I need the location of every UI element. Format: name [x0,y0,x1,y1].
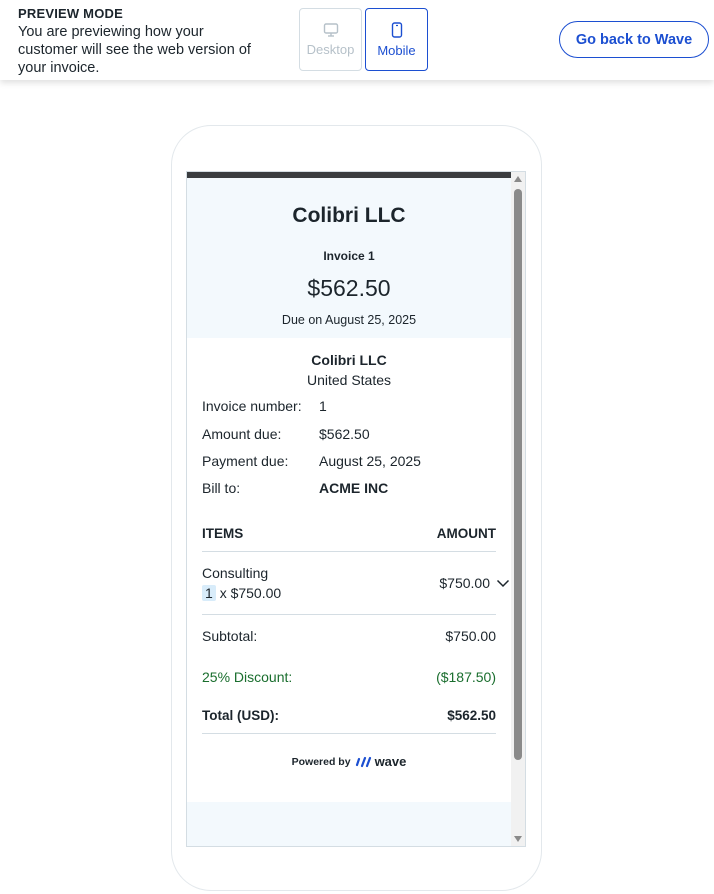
detail-label: Payment due: [202,453,289,469]
detail-payment-due: Payment due: August 25, 2025 [202,453,502,473]
company-title: Colibri LLC [292,204,406,227]
phone-screen: Colibri LLC Invoice 1 $562.50 Due on Aug… [186,171,526,847]
detail-value: ACME INC [319,480,389,496]
powered-by-wave[interactable]: Powered by wave [187,754,511,769]
divider [202,614,496,615]
mobile-mode-button[interactable]: Mobile [365,8,428,71]
total-label: Total (USD): [202,708,279,723]
mobile-icon [391,21,402,38]
amount-column-header: AMOUNT [436,526,496,541]
total-value: $562.50 [447,708,496,723]
scroll-down-arrow-icon[interactable] [514,836,522,842]
subtotal-row: Subtotal: $750.00 [202,628,496,648]
invoice-label: Invoice 1 [323,249,375,263]
quantity-badge: 1 [202,585,216,601]
discount-label: 25% Discount: [202,669,293,685]
go-back-to-wave-button[interactable]: Go back to Wave [559,21,709,58]
scrollbar[interactable] [511,172,525,846]
detail-value: $562.50 [319,426,370,442]
chevron-down-icon [496,579,510,587]
subtotal-label: Subtotal: [202,628,258,644]
detail-invoice-number: Invoice number: 1 [202,398,502,418]
discount-value: ($187.50) [436,669,496,685]
powered-by-label: Powered by [291,755,351,768]
scroll-up-arrow-icon[interactable] [514,176,522,182]
desktop-icon [323,22,338,37]
item-amount: $750.00 [439,575,490,591]
preview-mode-title: PREVIEW MODE [18,6,123,21]
item-name: Consulting [202,565,269,581]
from-company-name: Colibri LLC [311,352,387,368]
total-row: Total (USD): $562.50 [202,708,496,728]
invoice-header: Colibri LLC Invoice 1 $562.50 Due on Aug… [187,178,511,338]
detail-label: Amount due: [202,426,282,442]
scroll-thumb[interactable] [514,189,522,760]
items-column-header: ITEMS [202,526,244,541]
items-header: ITEMS AMOUNT [202,526,496,541]
invoice-amount: $562.50 [307,275,391,301]
preview-bar: PREVIEW MODE You are previewing how your… [0,0,714,80]
mobile-mode-label: Mobile [377,42,416,58]
wave-brand: wave [374,754,407,769]
item-quantity: 1 x $750.00 [202,585,281,601]
subtotal-value: $750.00 [445,628,496,644]
wave-logo-icon [355,756,371,767]
desktop-mode-label: Desktop [306,41,355,57]
item-amount-toggle[interactable]: $750.00 [439,575,510,591]
quantity-rate: x $750.00 [219,585,282,601]
divider [202,733,496,734]
desktop-mode-button[interactable]: Desktop [299,8,362,71]
detail-bill-to: Bill to: ACME INC [202,480,502,500]
detail-value: August 25, 2025 [319,453,421,469]
from-country: United States [306,372,392,388]
detail-value: 1 [319,398,327,414]
detail-label: Invoice number: [202,398,302,414]
divider [202,551,496,552]
detail-label: Bill to: [202,480,241,496]
footer-band [187,802,511,846]
detail-amount-due: Amount due: $562.50 [202,426,502,446]
due-date-line: Due on August 25, 2025 [281,313,417,327]
discount-row: 25% Discount: ($187.50) [202,669,496,689]
preview-description: You are previewing how your customer wil… [18,24,251,76]
